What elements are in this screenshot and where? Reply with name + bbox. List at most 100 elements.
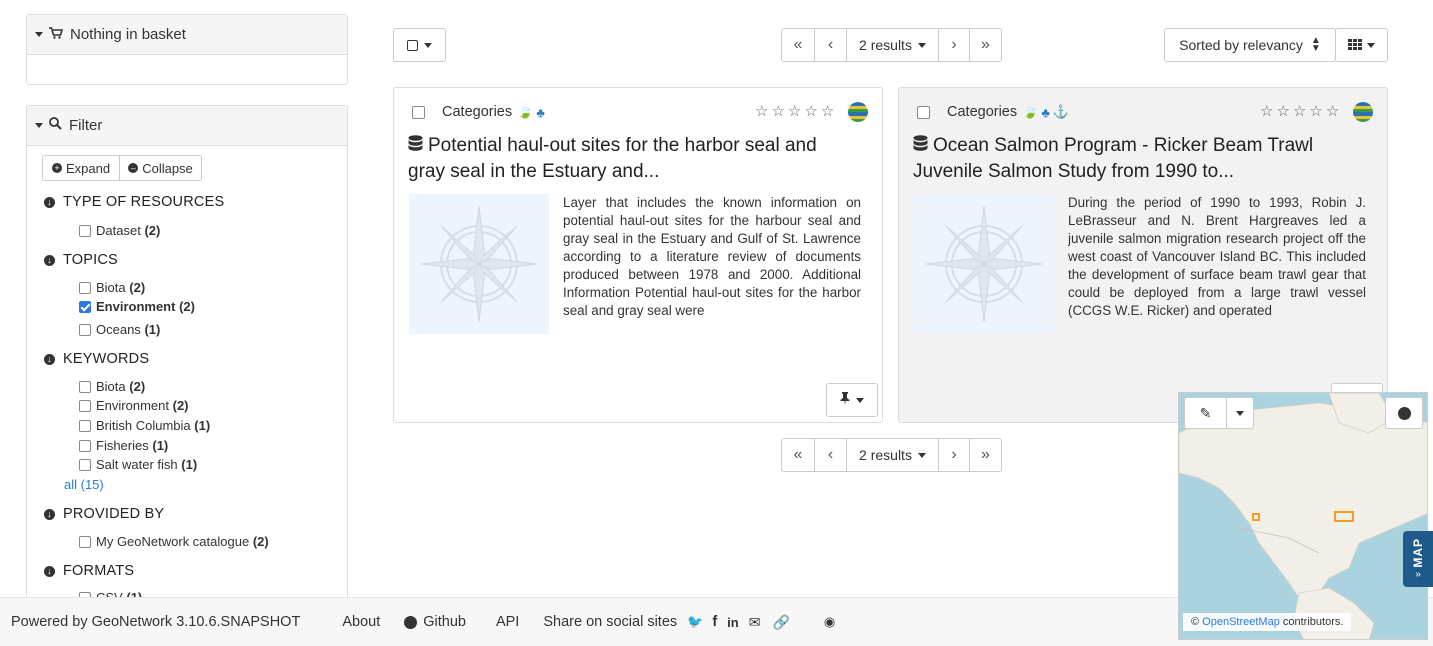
- linkedin-icon[interactable]: in: [727, 615, 739, 630]
- star-icon[interactable]: ☆: [804, 102, 817, 120]
- facet-title-keywords[interactable]: ↓ KEYWORDS: [44, 351, 149, 367]
- facet-title-formats[interactable]: ↓ FORMATS: [44, 563, 134, 579]
- star-icon[interactable]: ☆: [1276, 102, 1289, 120]
- sort-icon: ▲ ▼: [1310, 35, 1321, 54]
- star-icon[interactable]: ☆: [771, 102, 784, 120]
- facet-checkbox[interactable]: [79, 323, 91, 336]
- star-icon[interactable]: ☆: [1260, 102, 1273, 120]
- result-card[interactable]: Categories 🍃 ♣ ⚓ ☆ ☆ ☆ ☆ ☆ Ocean Salmon Prog…: [898, 87, 1388, 423]
- result-checkbox[interactable]: [412, 106, 425, 119]
- prev-page-button[interactable]: ‹: [815, 439, 847, 471]
- facet-item[interactable]: Biota (2): [79, 280, 145, 295]
- result-title[interactable]: Ocean Salmon Program - Ricker Beam Trawl…: [913, 133, 1373, 185]
- facet-item[interactable]: Biota (2): [79, 379, 145, 394]
- facet-item[interactable]: Environment (2): [79, 398, 189, 413]
- mini-map[interactable]: ✎ © OpenStreetMap contributors.: [1178, 392, 1428, 640]
- results-count-dropdown[interactable]: 2 results: [847, 29, 939, 61]
- facet-item[interactable]: Oceans (1): [79, 322, 160, 337]
- facebook-icon[interactable]: f: [712, 614, 717, 630]
- first-page-button[interactable]: «: [782, 439, 815, 471]
- pencil-button[interactable]: ✎: [1185, 398, 1227, 428]
- star-icon[interactable]: ☆: [1309, 102, 1322, 120]
- expand-button[interactable]: + Expand: [43, 156, 120, 180]
- search-icon: [49, 117, 62, 134]
- basket-header[interactable]: Nothing in basket: [27, 15, 347, 55]
- map-tab-button[interactable]: MAP »: [1403, 531, 1433, 587]
- keywords-all-link[interactable]: all (15): [64, 477, 104, 492]
- result-thumbnail[interactable]: [409, 194, 549, 334]
- map-attribution: © OpenStreetMap contributors.: [1183, 613, 1352, 631]
- facet-title-topics[interactable]: ↓ TOPICS: [44, 252, 118, 268]
- star-icon[interactable]: ☆: [755, 102, 768, 120]
- facet-item[interactable]: British Columbia (1): [79, 418, 210, 433]
- last-page-button[interactable]: »: [970, 29, 1001, 61]
- github-link[interactable]: Github: [404, 614, 466, 630]
- rating-stars[interactable]: ☆ ☆ ☆ ☆ ☆: [1260, 102, 1339, 120]
- facet-checkbox[interactable]: [79, 399, 91, 412]
- facet-title-type[interactable]: ↓ TYPE OF RESOURCES: [44, 194, 224, 210]
- compass-rose-icon: [420, 205, 538, 323]
- facet-item[interactable]: Salt water fish (1): [79, 457, 197, 472]
- result-thumbnail[interactable]: [914, 194, 1054, 334]
- facet-checkbox[interactable]: [79, 281, 91, 294]
- result-checkbox[interactable]: [917, 106, 930, 119]
- facet-checkbox-checked[interactable]: [79, 300, 91, 313]
- globe-button[interactable]: [1385, 397, 1423, 429]
- star-icon[interactable]: ☆: [1293, 102, 1306, 120]
- result-title[interactable]: Potential haul-out sites for the harbor …: [408, 133, 868, 185]
- anchor-icon: ⚓: [1052, 104, 1070, 119]
- next-page-button[interactable]: ›: [939, 439, 970, 471]
- leaf-icon: 🍃: [1022, 104, 1039, 119]
- filter-title: Filter: [69, 117, 103, 134]
- facet-checkbox[interactable]: [79, 439, 91, 452]
- share-label: Share on social sites: [543, 614, 678, 630]
- osm-link[interactable]: OpenStreetMap: [1202, 616, 1280, 628]
- basket-title: Nothing in basket: [70, 26, 186, 43]
- select-all-dropdown[interactable]: [393, 28, 446, 62]
- minus-circle-icon: –: [128, 163, 139, 173]
- facet-checkbox[interactable]: [79, 224, 91, 237]
- email-icon[interactable]: ✉: [749, 614, 761, 631]
- facet-checkbox[interactable]: [79, 380, 91, 393]
- collapse-button[interactable]: – Collapse: [120, 156, 201, 180]
- draw-options-dropdown[interactable]: [1227, 398, 1253, 428]
- facet-item[interactable]: My GeoNetwork catalogue (2): [79, 534, 269, 549]
- rating-stars[interactable]: ☆ ☆ ☆ ☆ ☆: [755, 102, 834, 120]
- facet-title-provided-by[interactable]: ↓ PROVIDED BY: [44, 506, 164, 522]
- sort-select[interactable]: Sorted by relevancy ▲ ▼: [1164, 28, 1336, 62]
- facet-checkbox[interactable]: [79, 419, 91, 432]
- caret-down-icon: [917, 452, 926, 458]
- results-count-dropdown[interactable]: 2 results: [847, 439, 939, 471]
- powered-by-text: Powered by GeoNetwork 3.10.6.SNAPSHOT: [11, 614, 301, 630]
- api-link[interactable]: API: [496, 614, 519, 630]
- pin-dropdown-button[interactable]: [826, 383, 878, 417]
- star-icon[interactable]: ☆: [821, 102, 834, 120]
- caret-down-icon: [1367, 42, 1375, 48]
- caret-down-icon: [424, 42, 432, 48]
- facet-item[interactable]: Fisheries (1): [79, 438, 168, 453]
- view-mode-dropdown[interactable]: [1335, 28, 1388, 62]
- double-chevron-icon: »: [1415, 569, 1421, 581]
- facet-checkbox[interactable]: [79, 535, 91, 548]
- filter-header[interactable]: Filter: [27, 106, 347, 146]
- leaf-icon: 🍃: [517, 104, 534, 119]
- pin-icon: [840, 392, 850, 408]
- result-card[interactable]: Categories 🍃 ♣ ☆ ☆ ☆ ☆ ☆ Potential haul-out …: [393, 87, 883, 423]
- facet-checkbox[interactable]: [79, 458, 91, 471]
- next-page-button[interactable]: ›: [939, 29, 970, 61]
- star-icon[interactable]: ☆: [788, 102, 801, 120]
- database-icon: [408, 135, 423, 153]
- first-page-button[interactable]: «: [782, 29, 815, 61]
- prev-page-button[interactable]: ‹: [815, 29, 847, 61]
- rss-icon[interactable]: ◉: [824, 614, 835, 630]
- last-page-button[interactable]: »: [970, 439, 1001, 471]
- world-map-layer: [1179, 393, 1427, 639]
- pager-bottom: « ‹ 2 results › »: [781, 438, 1002, 472]
- facet-item[interactable]: Dataset (2): [79, 223, 160, 238]
- arrow-circle-down-icon: ↓: [44, 254, 55, 266]
- twitter-icon[interactable]: 🐦: [687, 614, 703, 630]
- about-link[interactable]: About: [342, 614, 380, 630]
- star-icon[interactable]: ☆: [1326, 102, 1339, 120]
- link-icon[interactable]: 🔗: [772, 614, 789, 631]
- facet-item[interactable]: Environment (2): [79, 299, 195, 314]
